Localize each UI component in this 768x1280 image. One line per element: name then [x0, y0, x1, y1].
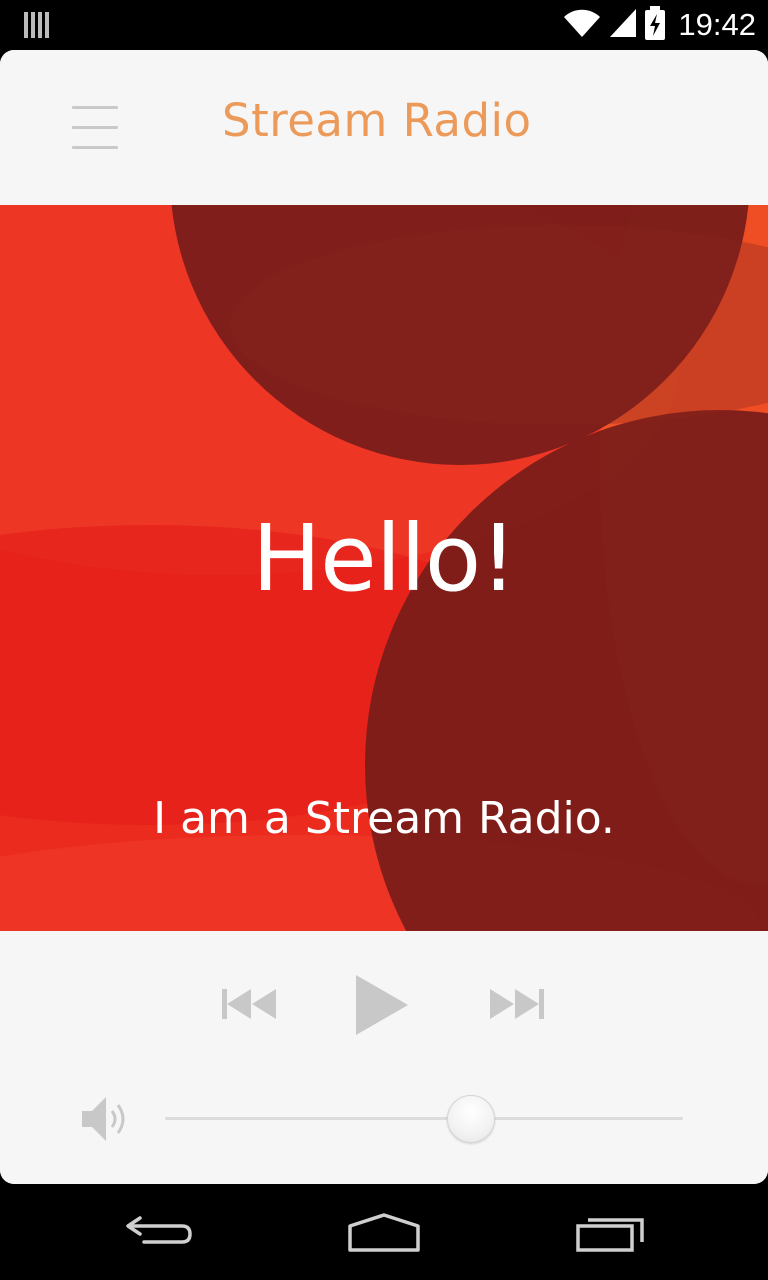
- app-header: Stream Radio: [0, 50, 768, 205]
- hero-greeting: Hello!: [251, 505, 517, 612]
- play-icon: [356, 975, 408, 1035]
- wifi-icon: [562, 7, 602, 43]
- skip-previous-button[interactable]: [220, 981, 280, 1027]
- volume-icon: [82, 1097, 125, 1141]
- cell-signal-icon: [608, 7, 638, 43]
- status-clock: 19:42: [678, 7, 756, 42]
- skip-next-button[interactable]: [486, 981, 546, 1027]
- app-title: Stream Radio: [222, 94, 532, 147]
- recent-apps-icon: [576, 1218, 644, 1252]
- hamburger-menu-icon: [72, 106, 118, 109]
- volume-slider-thumb[interactable]: [446, 1095, 495, 1143]
- app-card: Stream Radio Hello! I am a Stream Radio.: [0, 50, 768, 1184]
- play-button[interactable]: [350, 973, 416, 1037]
- volume-button[interactable]: [78, 1091, 134, 1147]
- home-button[interactable]: [346, 1212, 422, 1254]
- status-bar: 19:42: [0, 0, 768, 50]
- skip-previous-icon: [222, 989, 276, 1019]
- system-nav-bar: [0, 1184, 768, 1280]
- skip-next-icon: [490, 989, 544, 1019]
- notification-bars-icon: [24, 10, 50, 44]
- hero-tagline: I am a Stream Radio.: [153, 793, 615, 844]
- back-icon: [126, 1216, 192, 1244]
- menu-button[interactable]: [62, 100, 128, 156]
- back-button[interactable]: [124, 1212, 196, 1252]
- battery-charging-icon: [644, 6, 666, 44]
- player-controls: [0, 931, 768, 1184]
- home-icon: [348, 1213, 420, 1252]
- volume-slider[interactable]: [165, 1095, 683, 1143]
- recent-apps-button[interactable]: [574, 1212, 646, 1254]
- hero-banner: Hello! I am a Stream Radio.: [0, 205, 768, 931]
